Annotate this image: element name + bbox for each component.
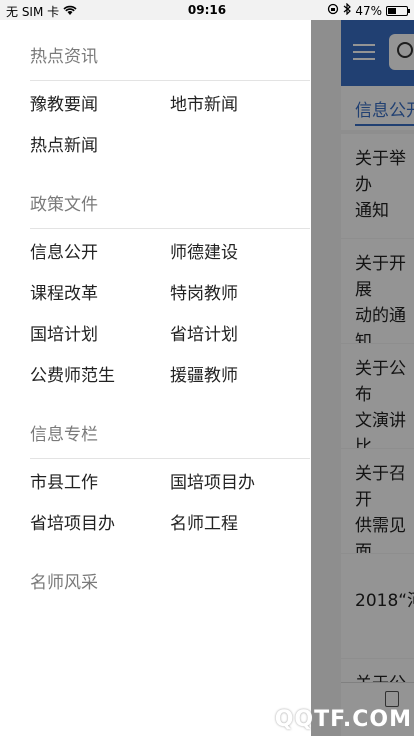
menu-item[interactable]: 市县工作 <box>30 471 170 512</box>
menu-item[interactable]: 国培计划 <box>30 323 170 364</box>
status-right: 47% <box>327 2 410 18</box>
section-title: 热点资讯 <box>30 47 98 67</box>
dim-overlay[interactable] <box>311 20 414 736</box>
section-hot-news: 热点资讯 豫教要闻 地市新闻 热点新闻 <box>30 45 310 175</box>
side-drawer: 热点资讯 豫教要闻 地市新闻 热点新闻 政策文件 信息公开 师德建设 课程改革 … <box>0 20 311 736</box>
status-bar: 无 SIM 卡 09:16 47% <box>0 0 414 20</box>
divider <box>30 458 310 459</box>
menu-item[interactable]: 省培计划 <box>170 323 310 364</box>
menu-item[interactable]: 豫教要闻 <box>30 93 170 134</box>
menu-item[interactable]: 公费师范生 <box>30 364 170 405</box>
menu-item[interactable]: 地市新闻 <box>170 93 310 134</box>
menu-item[interactable]: 信息公开 <box>30 241 170 282</box>
section-policy-docs: 政策文件 信息公开 师德建设 课程改革 特岗教师 国培计划 省培计划 公费师范生… <box>30 193 310 405</box>
menu-item[interactable]: 师德建设 <box>170 241 310 282</box>
menu-item[interactable]: 援疆教师 <box>170 364 310 405</box>
divider <box>30 228 310 229</box>
section-items: 信息公开 师德建设 课程改革 特岗教师 国培计划 省培计划 公费师范生 援疆教师 <box>30 241 310 405</box>
section-items: 市县工作 国培项目办 省培项目办 名师工程 <box>30 471 310 553</box>
section-info-column: 信息专栏 市县工作 国培项目办 省培项目办 名师工程 <box>30 423 310 553</box>
divider <box>30 80 310 81</box>
menu-item[interactable]: 国培项目办 <box>170 471 310 512</box>
menu-item[interactable]: 课程改革 <box>30 282 170 323</box>
battery-percent: 47% <box>355 3 382 18</box>
section-title: 政策文件 <box>30 195 98 215</box>
watermark: QQTF.COM <box>274 707 412 732</box>
orientation-lock-icon <box>327 3 339 18</box>
menu-item[interactable]: 特岗教师 <box>170 282 310 323</box>
section-items: 豫教要闻 地市新闻 热点新闻 <box>30 93 310 175</box>
menu-item[interactable]: 省培项目办 <box>30 512 170 553</box>
bluetooth-icon <box>343 2 352 18</box>
menu-item[interactable]: 名师工程 <box>170 512 310 553</box>
menu-item[interactable]: 热点新闻 <box>30 134 170 175</box>
background-app: 信息公开 关于举办 通知 关于开展 动的通知 关于公布 文演讲比 关于召开 供需… <box>311 20 414 736</box>
section-title: 信息专栏 <box>30 425 98 445</box>
battery-icon <box>386 5 410 16</box>
section-title[interactable]: 名师风采 <box>30 571 310 595</box>
section-famous-teachers: 名师风采 <box>30 571 310 595</box>
